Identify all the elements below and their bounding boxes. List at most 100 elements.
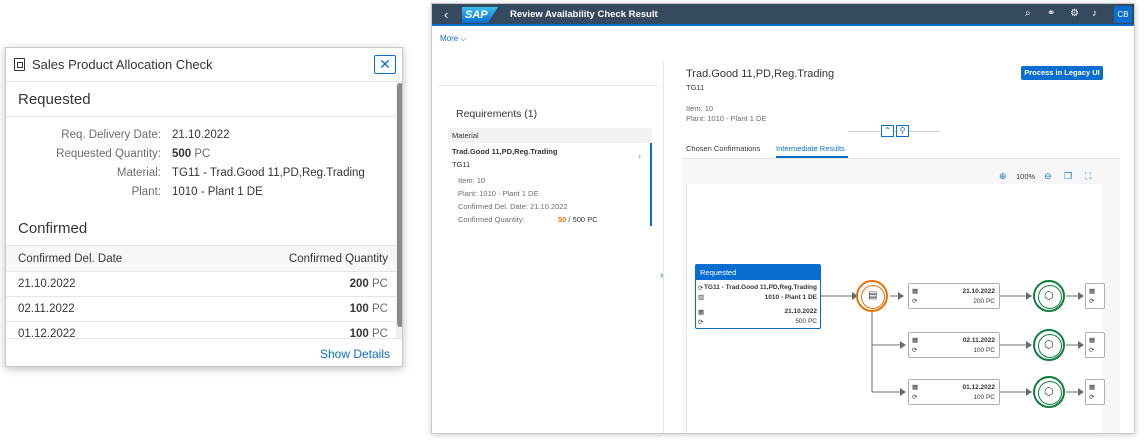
document-icon: ▤ xyxy=(868,290,878,301)
quantity-icon: ⟳ xyxy=(1089,298,1095,305)
scrollbar-thumb[interactable] xyxy=(397,83,402,327)
app-window: ‹ SAP Review Availability Check Result ⌕… xyxy=(431,3,1135,434)
requested-section-title: Requested xyxy=(18,91,91,108)
table-row[interactable]: 01.12.2022 100 PC xyxy=(6,322,396,338)
requirement-material-code: TG11 xyxy=(452,160,471,169)
confirmation-node[interactable]: ⬡ xyxy=(1033,280,1065,312)
quantity-icon: ⟳ xyxy=(912,298,918,305)
dialog-body: Requested Req. Delivery Date: 21.10.2022… xyxy=(6,83,396,338)
allocation-check-dialog: Sales Product Allocation Check ✕ Request… xyxy=(5,47,403,367)
zoom-in-icon[interactable]: ⊕ xyxy=(999,171,1007,182)
legend-icon[interactable]: ❐ xyxy=(1064,171,1072,182)
dialog-header: Sales Product Allocation Check ✕ xyxy=(6,48,402,82)
more-link[interactable]: More ⌵ xyxy=(440,34,467,44)
requirement-item: Item: 10 xyxy=(458,176,486,185)
confirmed-table-header: Confirmed Del. Date Confirmed Quantity xyxy=(6,245,396,272)
material-value: TG11 - Trad.Good 11,PD,Reg.Trading xyxy=(172,167,365,179)
result-node[interactable]: ▦ ⟳ 01.12.2022 100 PC xyxy=(908,379,1000,405)
cube-icon: ⬡ xyxy=(1044,290,1054,302)
pin-header-button[interactable]: ⚲ xyxy=(896,125,909,137)
show-details-link[interactable]: Show Details xyxy=(320,347,390,361)
confirmation-node[interactable]: ⬡ xyxy=(1033,376,1065,408)
column-header-quantity[interactable]: Confirmed Quantity xyxy=(289,253,388,265)
zoom-level: 100% xyxy=(1016,172,1036,181)
requested-quantity-value: 500 PC xyxy=(172,148,211,160)
object-title: Trad.Good 11,PD,Reg.Trading xyxy=(686,68,835,80)
close-button[interactable]: ✕ xyxy=(374,55,396,74)
requirement-qty-label: Confirmed Quantity: xyxy=(458,215,525,224)
table-row[interactable]: 02.11.2022 100 PC xyxy=(6,297,396,322)
expand-arrow-icon[interactable]: › xyxy=(660,270,663,281)
back-icon[interactable]: ‹ xyxy=(444,7,448,22)
requested-node[interactable]: Requested ⟳ ▥ TG11 - Trad.Good 11,PD,Reg… xyxy=(695,264,821,329)
divider xyxy=(438,85,658,86)
result-node[interactable]: ▦ ⟳ 02.11.2022 100 PC xyxy=(908,332,1000,358)
calendar-icon: ▦ xyxy=(912,288,919,295)
requested-node-material: TG11 - Trad.Good 11,PD,Reg.Trading xyxy=(703,284,817,291)
material-label: Material: xyxy=(116,167,161,179)
calendar-icon: ▦ xyxy=(912,384,919,391)
binoculars-icon[interactable]: ⚭ xyxy=(1047,8,1055,19)
material-icon: ⟳ xyxy=(698,285,704,292)
column-header-date[interactable]: Confirmed Del. Date xyxy=(18,253,122,265)
requested-node-date: 21.10.2022 xyxy=(784,308,817,315)
req-delivery-date-label: Req. Delivery Date: xyxy=(61,129,161,141)
plant-icon: ▥ xyxy=(698,294,705,301)
material-column-header: Material xyxy=(448,128,652,143)
quantity-icon: ⟳ xyxy=(912,394,918,401)
app-title: Review Availability Check Result xyxy=(510,9,658,20)
plant-label: Plant: xyxy=(131,186,161,198)
settings-icon[interactable]: ⚙ xyxy=(1070,8,1079,19)
requirement-plant: Plant: 1010 - Plant 1 DE xyxy=(458,189,539,198)
dialog-title: Sales Product Allocation Check xyxy=(32,57,213,72)
calendar-icon: ▦ xyxy=(912,337,919,344)
requirement-list-item[interactable]: Trad.Good 11,PD,Reg.Trading TG11 › Item:… xyxy=(448,143,652,226)
requested-node-qty: 500 PC xyxy=(795,318,817,325)
requested-node-header: Requested xyxy=(696,265,820,280)
object-plant: Plant: 1010 - Plant 1 DE xyxy=(686,114,767,123)
notification-bell-icon[interactable]: ♪ xyxy=(1092,8,1097,19)
cube-icon: ⬡ xyxy=(1044,386,1054,398)
table-row[interactable]: 21.10.2022 200 PC xyxy=(6,272,396,297)
calendar-icon: ▦ xyxy=(1089,384,1096,391)
fullscreen-icon[interactable]: ⛶ xyxy=(1085,171,1091,182)
object-subtitle: TG11 xyxy=(686,83,705,92)
requirement-qty-value: 50 / 500 PC xyxy=(558,215,598,224)
requested-node-plant: 1010 - Plant 1 DE xyxy=(764,294,817,301)
chevron-right-icon: › xyxy=(638,151,641,161)
result-node[interactable]: ▦ ⟳ 21.10.2022 200 PC xyxy=(908,283,1000,309)
allocation-check-node[interactable]: ▤ xyxy=(856,280,888,312)
divider xyxy=(6,116,396,117)
result-node[interactable]: ▦ ⟳ xyxy=(1085,332,1105,358)
result-node[interactable]: ▦ ⟳ xyxy=(1085,379,1105,405)
requirements-title: Requirements (1) xyxy=(456,108,538,120)
zoom-out-icon[interactable]: ⊖ xyxy=(1044,171,1052,182)
collapse-header-button[interactable]: ⌃ xyxy=(881,125,894,137)
divider xyxy=(848,131,940,132)
dialog-footer: Show Details xyxy=(6,338,402,366)
dialog-scrollbar[interactable] xyxy=(396,82,402,338)
quantity-icon: ⟳ xyxy=(1089,394,1095,401)
document-icon xyxy=(14,58,25,71)
requirement-material-name: Trad.Good 11,PD,Reg.Trading xyxy=(452,147,558,156)
req-delivery-date-value: 21.10.2022 xyxy=(172,129,230,141)
quantity-icon: ⟳ xyxy=(1089,347,1095,354)
plant-value: 1010 - Plant 1 DE xyxy=(172,186,263,198)
search-icon[interactable]: ⌕ xyxy=(1025,8,1031,19)
calendar-icon: ▦ xyxy=(698,309,705,316)
object-item: Item: 10 xyxy=(686,104,714,113)
calendar-icon: ▦ xyxy=(1089,288,1096,295)
avatar[interactable]: CB xyxy=(1114,6,1132,23)
process-in-legacy-ui-button[interactable]: Process in Legacy UI xyxy=(1021,66,1103,80)
cube-icon: ⬡ xyxy=(1044,339,1054,351)
requirement-del-date: Confirmed Del. Date: 21.10.2022 xyxy=(458,202,568,211)
result-node[interactable]: ▦ ⟳ xyxy=(1085,283,1105,309)
requested-quantity-label: Requested Quantity: xyxy=(56,148,161,160)
calendar-icon: ▦ xyxy=(1089,337,1096,344)
tab-intermediate-results[interactable]: Intermediate Results xyxy=(776,144,845,153)
quantity-icon: ⟳ xyxy=(912,347,918,354)
quantity-icon: ⟳ xyxy=(698,319,704,326)
confirmation-node[interactable]: ⬡ xyxy=(1033,329,1065,361)
panel-divider[interactable] xyxy=(663,62,664,433)
tab-chosen-confirmations[interactable]: Chosen Confirmations xyxy=(686,144,760,153)
